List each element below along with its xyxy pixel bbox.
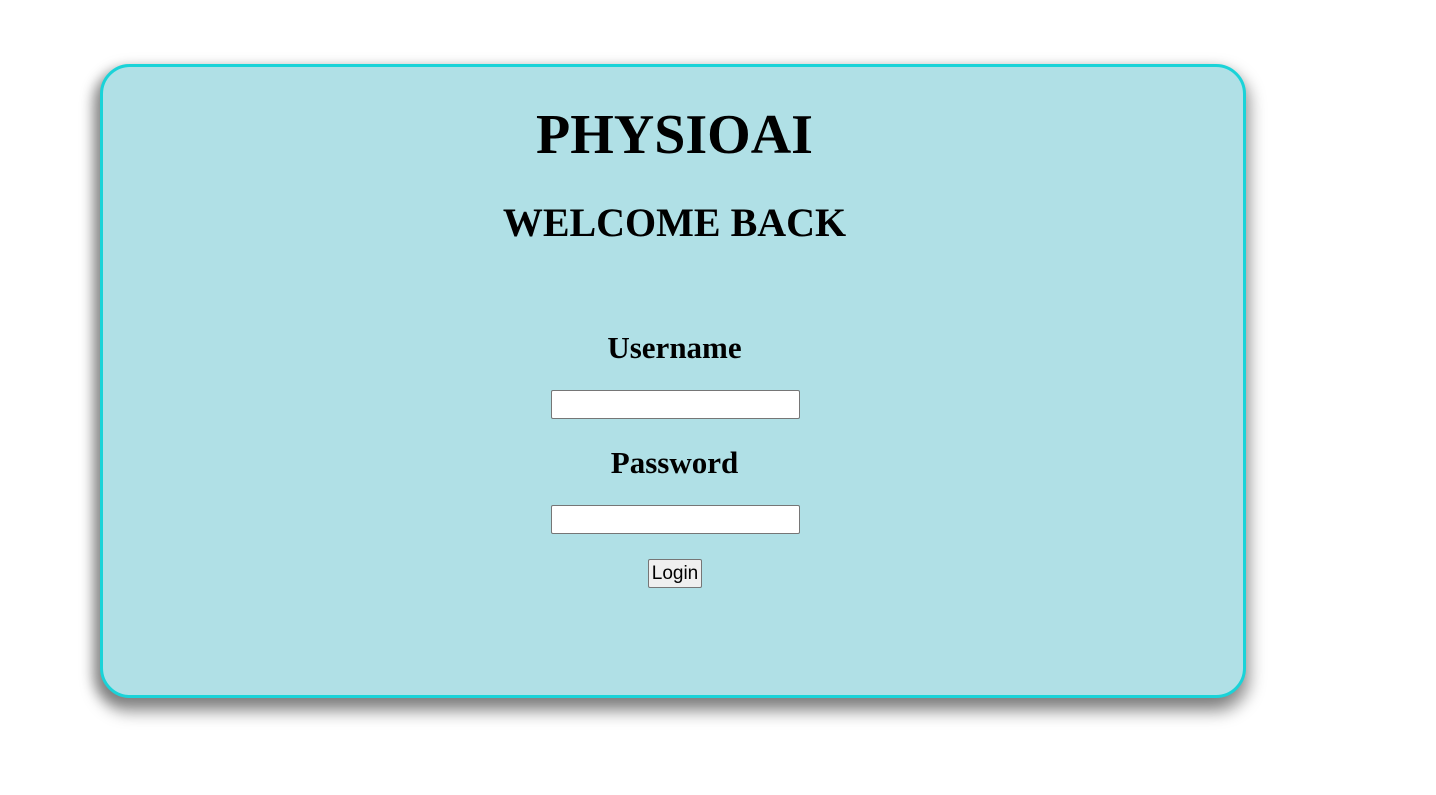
login-button[interactable]: Login <box>648 559 702 588</box>
welcome-heading: WELCOME BACK <box>502 200 847 245</box>
password-label: Password <box>610 445 739 480</box>
username-label: Username <box>607 330 742 365</box>
password-input[interactable] <box>551 505 800 534</box>
username-input[interactable] <box>551 390 800 419</box>
login-card: PHYSIOAI WELCOME BACK Username Password … <box>100 64 1246 698</box>
app-title: PHYSIOAI <box>536 104 813 166</box>
